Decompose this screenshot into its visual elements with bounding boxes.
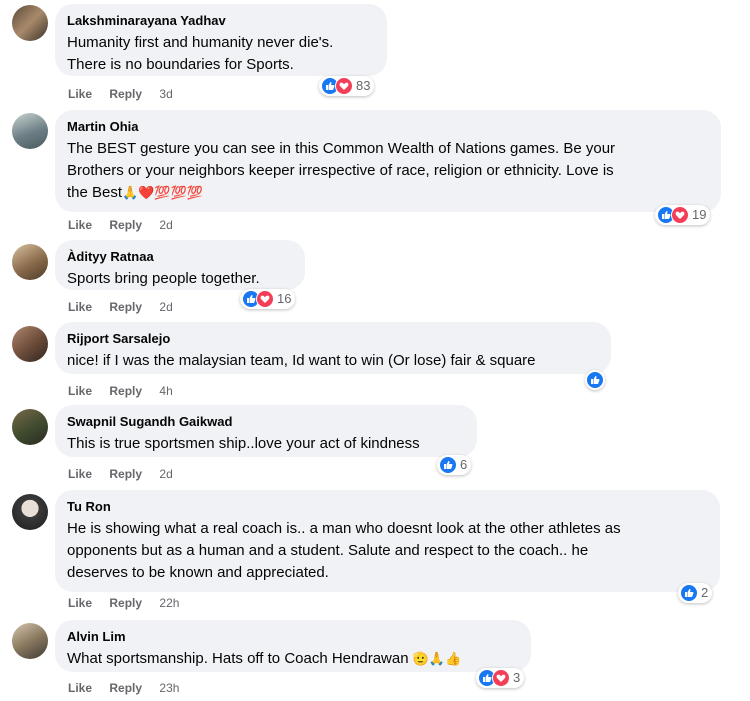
love-icon — [335, 77, 353, 95]
comment-timestamp[interactable]: 2d — [159, 467, 172, 481]
reply-button[interactable]: Reply — [109, 384, 142, 398]
comment-text-line: nice! if I was the malaysian team, Id wa… — [67, 352, 536, 369]
comment-bubble: Alvin Lim What sportsmanship. Hats off t… — [55, 620, 531, 672]
reply-button[interactable]: Reply — [109, 596, 142, 610]
comment-text-line: deserves to be known and appreciated. — [67, 564, 329, 581]
comment-text-line: The BEST gesture you can see in this Com… — [67, 140, 616, 157]
like-button[interactable]: Like — [68, 596, 92, 610]
avatar[interactable] — [12, 409, 48, 445]
comment-actions: Like Reply 22h — [68, 595, 193, 611]
like-button[interactable]: Like — [68, 681, 92, 695]
reaction-count: 6 — [460, 457, 468, 472]
reaction-count: 16 — [277, 291, 292, 306]
comment-actions: Like Reply 4h — [68, 383, 187, 399]
comment-text: Humanity first and humanity never die's.… — [67, 32, 375, 76]
love-icon — [492, 669, 510, 687]
reaction-summary[interactable]: 16 — [240, 289, 296, 309]
comment-actions: Like Reply 2d — [68, 299, 187, 315]
reply-button[interactable]: Reply — [109, 681, 142, 695]
comment-text: The BEST gesture you can see in this Com… — [67, 138, 709, 204]
comment-actions: Like Reply 2d — [68, 466, 187, 482]
reaction-count: 19 — [692, 207, 707, 222]
comment-text-line: What sportsmanship. Hats off to Coach He… — [67, 648, 519, 670]
avatar[interactable] — [12, 623, 48, 659]
comment-author[interactable]: Àdityy Ratnaa — [67, 248, 293, 265]
reaction-summary[interactable]: 3 — [476, 668, 525, 688]
comment-bubble: Rijport Sarsalejo nice! if I was the mal… — [55, 322, 611, 374]
comment-timestamp[interactable]: 23h — [159, 681, 179, 695]
avatar[interactable] — [12, 326, 48, 362]
comment-text-line: He is showing what a real coach is.. a m… — [67, 520, 621, 537]
comment-text-line: Sports bring people together. — [67, 270, 260, 287]
comment-author[interactable]: Rijport Sarsalejo — [67, 330, 599, 347]
love-icon — [671, 206, 689, 224]
emoji-group: 🫡🙏👍 — [412, 651, 462, 666]
reaction-summary[interactable] — [585, 370, 605, 390]
comment-actions: Like Reply 23h — [68, 680, 193, 696]
reply-button[interactable]: Reply — [109, 467, 142, 481]
reaction-count: 3 — [513, 670, 521, 685]
comment-text: He is showing what a real coach is.. a m… — [67, 518, 708, 584]
comment-bubble: Lakshminarayana Yadhav Humanity first an… — [55, 4, 387, 76]
comment-actions: Like Reply 2d — [68, 217, 187, 233]
comment-text: Sports bring people together. — [67, 268, 293, 290]
reaction-summary[interactable]: 19 — [655, 205, 711, 225]
reply-button[interactable]: Reply — [109, 218, 142, 232]
like-button[interactable]: Like — [68, 467, 92, 481]
avatar[interactable] — [12, 494, 48, 530]
comment-text: This is true sportsmen ship..love your a… — [67, 433, 465, 455]
avatar[interactable] — [12, 113, 48, 149]
comment-timestamp[interactable]: 2d — [159, 300, 172, 314]
comment-text-segment: What sportsmanship. Hats off to Coach He… — [67, 650, 409, 667]
comment-bubble: Swapnil Sugandh Gaikwad This is true spo… — [55, 405, 477, 457]
emoji-group: 🙏❤️💯💯💯 — [122, 185, 203, 200]
comment-actions: Like Reply 3d — [68, 86, 187, 102]
like-icon — [680, 584, 698, 602]
comment-timestamp[interactable]: 3d — [159, 87, 172, 101]
comment-timestamp[interactable]: 22h — [159, 596, 179, 610]
like-button[interactable]: Like — [68, 218, 92, 232]
reply-button[interactable]: Reply — [109, 300, 142, 314]
like-icon — [439, 456, 457, 474]
comment-text-line: opponents but as a human and a student. … — [67, 542, 589, 559]
comment-text-segment: the Best — [67, 184, 123, 201]
avatar[interactable] — [12, 244, 48, 280]
like-button[interactable]: Like — [68, 87, 92, 101]
comment-text: nice! if I was the malaysian team, Id wa… — [67, 350, 599, 372]
love-icon — [256, 290, 274, 308]
comment-author[interactable]: Alvin Lim — [67, 628, 519, 645]
comment-bubble: Tu Ron He is showing what a real coach i… — [55, 490, 720, 592]
like-button[interactable]: Like — [68, 300, 92, 314]
comment-author[interactable]: Swapnil Sugandh Gaikwad — [67, 413, 465, 430]
reaction-summary[interactable]: 83 — [319, 76, 375, 96]
like-icon — [586, 371, 604, 389]
comment-text-line: Brothers or your neighbors keeper irresp… — [67, 162, 614, 179]
comment-bubble: Martin Ohia The BEST gesture you can see… — [55, 110, 721, 212]
reaction-summary[interactable]: 2 — [678, 583, 713, 603]
comment-text-line: the Best🙏❤️💯💯💯 — [67, 182, 709, 204]
reaction-count: 2 — [701, 585, 709, 600]
comment-text-line: There is no boundaries for Sports. — [67, 56, 294, 73]
avatar[interactable] — [12, 5, 48, 41]
comment-timestamp[interactable]: 4h — [159, 384, 172, 398]
comment-author[interactable]: Lakshminarayana Yadhav — [67, 12, 375, 29]
comment-author[interactable]: Tu Ron — [67, 498, 708, 515]
reaction-count: 83 — [356, 78, 371, 93]
comment-timestamp[interactable]: 2d — [159, 218, 172, 232]
like-button[interactable]: Like — [68, 384, 92, 398]
comment-text-line: Humanity first and humanity never die's. — [67, 34, 334, 51]
comment-text-line: This is true sportsmen ship..love your a… — [67, 435, 420, 452]
comment-author[interactable]: Martin Ohia — [67, 118, 709, 135]
comment-text: What sportsmanship. Hats off to Coach He… — [67, 648, 519, 670]
reply-button[interactable]: Reply — [109, 87, 142, 101]
reaction-summary[interactable]: 6 — [437, 455, 472, 475]
comment-bubble: Àdityy Ratnaa Sports bring people togeth… — [55, 240, 305, 290]
